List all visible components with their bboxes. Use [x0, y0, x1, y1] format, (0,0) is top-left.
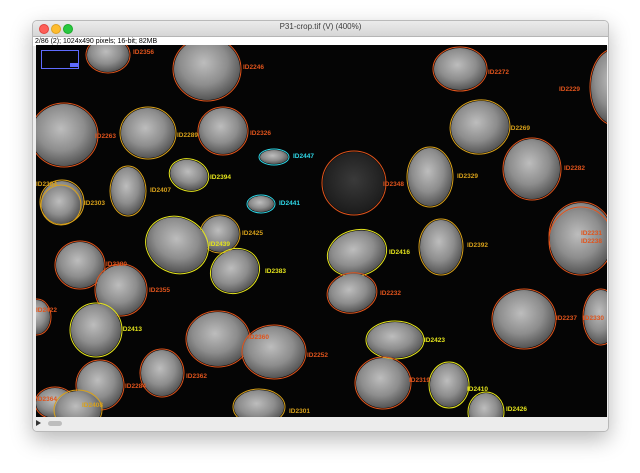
roi-label: ID2263: [95, 133, 116, 140]
nucleus: [591, 51, 607, 123]
nucleus: [356, 358, 410, 408]
nucleus: [430, 363, 468, 407]
nucleus: [504, 139, 560, 199]
roi-label: ID2380: [106, 261, 127, 268]
stack-controls: [33, 417, 608, 431]
nucleus: [111, 167, 145, 215]
roi-label: ID2416: [389, 249, 410, 256]
nucleus: [434, 48, 486, 90]
roi-label: ID2246: [243, 64, 264, 71]
roi-label: ID2301: [289, 408, 310, 415]
nucleus: [71, 304, 121, 356]
title-bar[interactable]: P31-crop.tif (V) (400%): [33, 21, 608, 37]
nucleus: [170, 159, 208, 191]
roi-label: ID2441: [279, 200, 300, 207]
roi-label: ID2238: [581, 238, 602, 245]
roi-label: ID2356: [133, 49, 154, 56]
roi-label: ID2384: [36, 181, 57, 188]
roi-label: ID2232: [380, 290, 401, 297]
roi-label: ID2319: [409, 377, 430, 384]
play-icon[interactable]: [36, 420, 41, 426]
nucleus: [36, 104, 97, 166]
roi-label: ID2425: [242, 230, 263, 237]
roi-label: ID2326: [250, 130, 271, 137]
roi-label: ID2269: [509, 125, 530, 132]
image-window: P31-crop.tif (V) (400%) 2/86 (2); 1024x4…: [32, 20, 609, 432]
roi-label: ID2284: [125, 383, 146, 390]
nucleus: [121, 108, 175, 158]
nucleus: [248, 196, 274, 212]
slice-slider[interactable]: [48, 421, 62, 426]
nucleus: [146, 217, 208, 273]
window-title: P31-crop.tif (V) (400%): [279, 22, 362, 31]
roi-label: ID2229: [559, 86, 580, 93]
roi-label: ID2364: [36, 396, 57, 403]
roi-label: ID2362: [186, 373, 207, 380]
nucleus: [42, 186, 80, 224]
roi-label: ID2282: [564, 165, 585, 172]
roi-label: ID2272: [488, 69, 509, 76]
roi-label: ID2237: [556, 315, 577, 322]
nucleus: [408, 148, 452, 206]
roi-label: ID2383: [265, 268, 286, 275]
nucleus: [328, 273, 376, 313]
roi-label: ID2360: [248, 334, 269, 341]
roi-label: ID2252: [307, 352, 328, 359]
roi-label: ID2407: [150, 187, 171, 194]
roi-label: ID2447: [293, 153, 314, 160]
nucleus: [174, 45, 240, 100]
nucleus: [199, 108, 247, 154]
roi-label: ID2422: [36, 307, 57, 314]
roi-label: ID2410: [467, 386, 488, 393]
cell-overlay: ID2356 ID2246 ID2272 ID2229 ID2263 ID2289 ID23…: [36, 45, 607, 417]
nucleus: [187, 312, 249, 366]
roi-label: ID2289: [177, 132, 198, 139]
roi-label: ID2231: [581, 230, 602, 237]
nucleus: [493, 290, 555, 348]
roi-label: ID2303: [84, 200, 105, 207]
roi-label: ID2392: [467, 242, 488, 249]
navigator-overview[interactable]: [41, 50, 79, 69]
roi-label: ID2394: [210, 174, 231, 181]
image-canvas[interactable]: ID2356 ID2246 ID2272 ID2229 ID2263 ID2289 ID23…: [36, 45, 607, 417]
navigator-viewport[interactable]: [70, 63, 78, 67]
roi-label: ID2439: [209, 241, 230, 248]
roi-label: ID2348: [383, 181, 404, 188]
roi-label: ID2413: [121, 326, 142, 333]
nucleus: [260, 150, 288, 164]
roi-label: ID2408: [82, 402, 103, 409]
nucleus: [451, 100, 509, 154]
nucleus: [323, 152, 385, 214]
nucleus: [141, 350, 183, 396]
roi-label: ID2423: [424, 337, 445, 344]
roi-label: ID2329: [457, 173, 478, 180]
roi-label: ID2426: [506, 406, 527, 413]
roi-label: ID2355: [149, 287, 170, 294]
nucleus: [367, 322, 423, 358]
nucleus: [420, 220, 462, 274]
roi-label: ID2330: [583, 315, 604, 322]
